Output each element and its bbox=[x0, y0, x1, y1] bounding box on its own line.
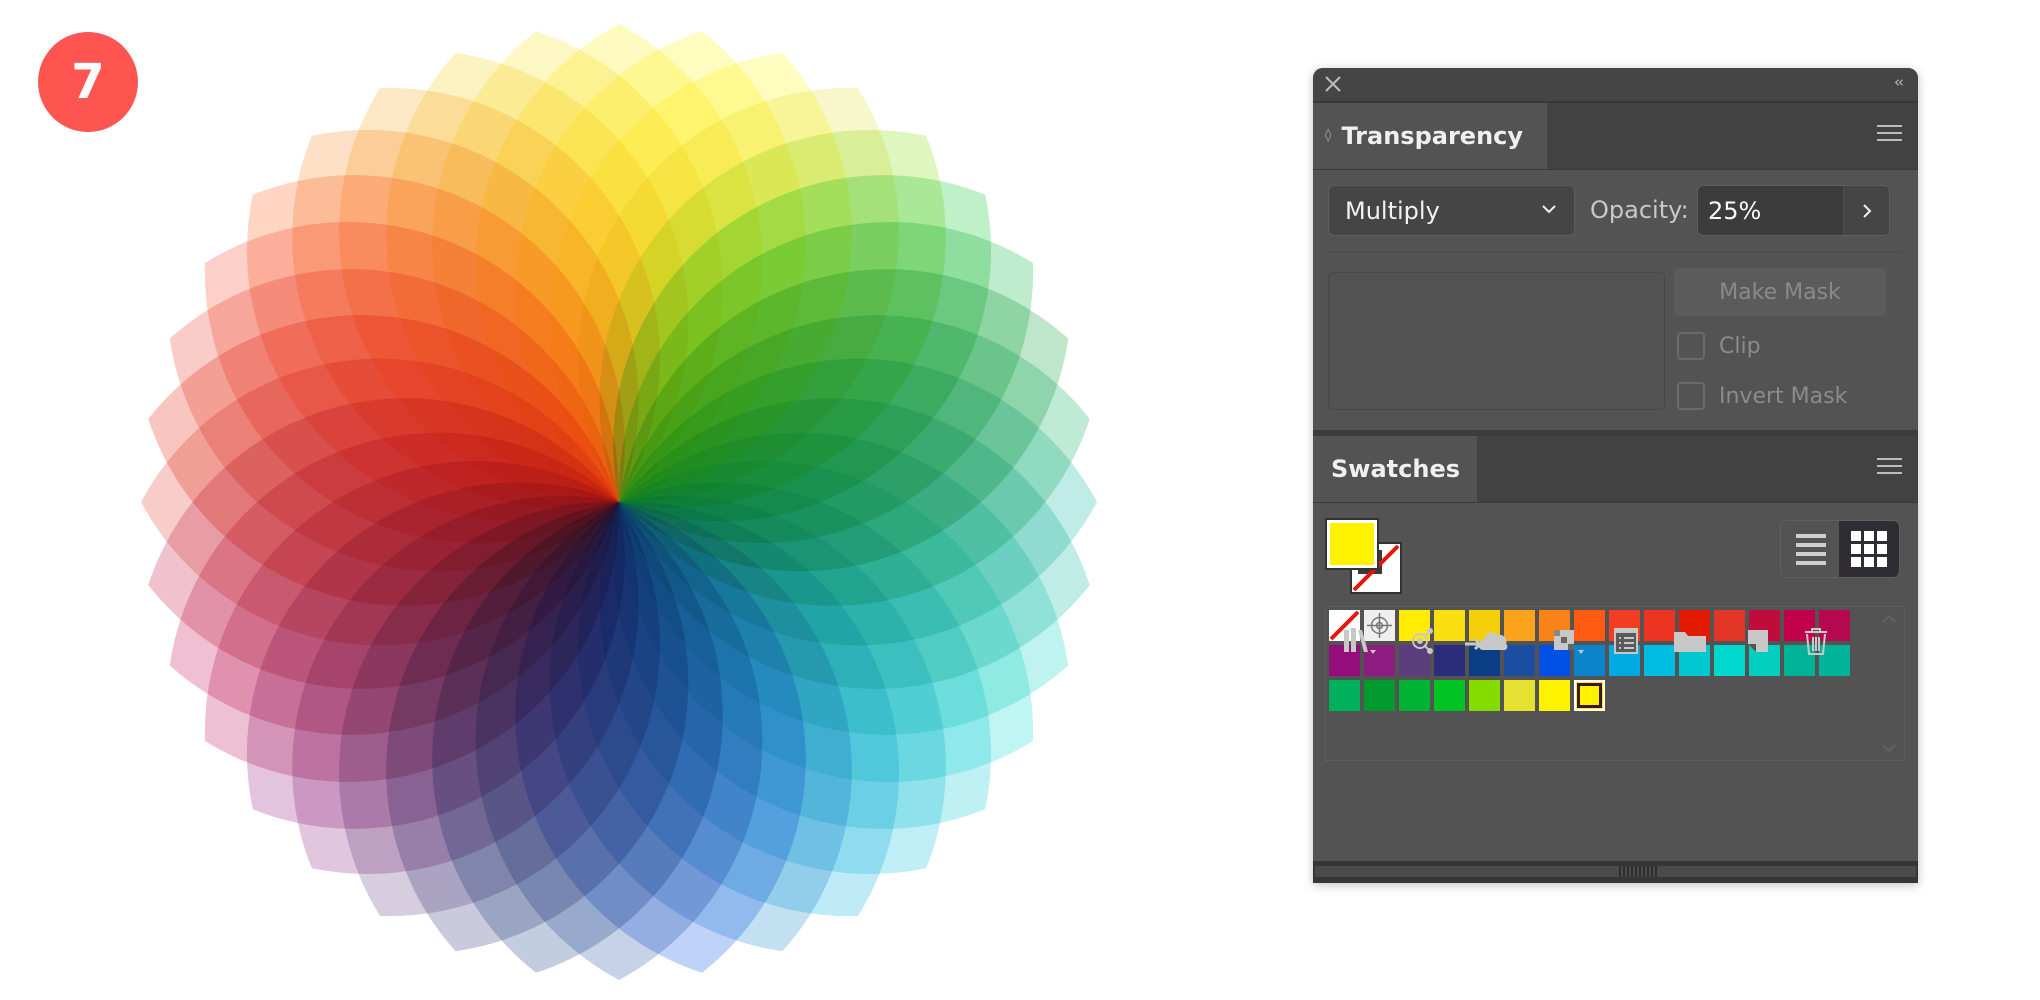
view-mode-toggle bbox=[1780, 520, 1900, 578]
fill-color-box[interactable] bbox=[1325, 518, 1379, 570]
swatch[interactable] bbox=[1539, 680, 1570, 711]
double-chevron-left-icon[interactable]: ‹‹ bbox=[1894, 73, 1904, 91]
new-swatch-icon[interactable] bbox=[1738, 624, 1778, 658]
transparency-swatches-panel: ‹‹ ◊ Transparency Multiply Opacity: Make… bbox=[1313, 68, 1918, 883]
swatches-tabstrip: Swatches bbox=[1313, 436, 1918, 503]
tab-transparency-label: Transparency bbox=[1341, 122, 1524, 150]
chevron-right-icon bbox=[1862, 203, 1871, 218]
swatch-kind-icon[interactable] bbox=[1548, 624, 1588, 658]
expand-collapse-icon[interactable]: ◊ bbox=[1325, 129, 1331, 142]
share-icon[interactable] bbox=[1404, 624, 1444, 658]
invert-mask-option: Invert Mask bbox=[1677, 382, 1847, 410]
new-color-group-icon[interactable] bbox=[1668, 624, 1712, 658]
swatch[interactable] bbox=[1469, 680, 1500, 711]
swatch-libraries-icon[interactable] bbox=[1338, 624, 1378, 658]
clip-label: Clip bbox=[1719, 333, 1761, 359]
close-icon[interactable] bbox=[1323, 74, 1343, 94]
invert-mask-checkbox[interactable] bbox=[1677, 382, 1705, 410]
swatch-options-icon[interactable] bbox=[1606, 624, 1646, 658]
make-mask-button[interactable]: Make Mask bbox=[1674, 268, 1886, 316]
divider bbox=[1328, 252, 1903, 253]
resize-gripper[interactable] bbox=[1613, 866, 1663, 877]
transparency-tabstrip: ◊ Transparency bbox=[1313, 103, 1918, 170]
swatch[interactable] bbox=[1399, 680, 1430, 711]
delete-icon[interactable] bbox=[1796, 624, 1836, 658]
object-mask-thumbnail[interactable] bbox=[1328, 272, 1665, 410]
chevron-down-icon bbox=[1542, 205, 1556, 214]
blend-mode-dropdown[interactable]: Multiply bbox=[1328, 185, 1575, 236]
tab-swatches[interactable]: Swatches bbox=[1313, 436, 1477, 502]
thumbnail-view-button[interactable] bbox=[1839, 521, 1899, 577]
invert-mask-label: Invert Mask bbox=[1719, 383, 1848, 409]
scroll-down-icon[interactable] bbox=[1882, 744, 1896, 754]
swatch[interactable] bbox=[1504, 680, 1535, 711]
clip-option: Clip bbox=[1677, 332, 1761, 360]
transparency-panel-menu-icon[interactable] bbox=[1877, 125, 1902, 145]
clip-checkbox[interactable] bbox=[1677, 332, 1705, 360]
color-wheel-artwork bbox=[141, 24, 1097, 980]
swatch-selected[interactable] bbox=[1574, 680, 1605, 711]
list-view-button[interactable] bbox=[1781, 521, 1840, 577]
make-mask-label: Make Mask bbox=[1719, 279, 1841, 305]
opacity-slider-toggle[interactable] bbox=[1843, 186, 1889, 235]
swatch[interactable] bbox=[1329, 680, 1360, 711]
opacity-field bbox=[1697, 185, 1890, 236]
tab-transparency[interactable]: ◊ Transparency bbox=[1313, 103, 1547, 169]
panel-titlebar[interactable]: ‹‹ bbox=[1313, 68, 1918, 103]
swatch[interactable] bbox=[1364, 680, 1395, 711]
add-to-cloud-library-icon[interactable] bbox=[1461, 624, 1511, 658]
panel-resize-bar bbox=[1313, 861, 1918, 883]
swatch[interactable] bbox=[1434, 680, 1465, 711]
scroll-up-icon[interactable] bbox=[1882, 613, 1896, 623]
swatches-panel-menu-icon[interactable] bbox=[1877, 458, 1902, 478]
tab-swatches-label: Swatches bbox=[1331, 455, 1460, 483]
opacity-input[interactable] bbox=[1698, 186, 1844, 235]
blend-mode-value: Multiply bbox=[1345, 196, 1440, 225]
opacity-label: Opacity: bbox=[1590, 196, 1689, 224]
